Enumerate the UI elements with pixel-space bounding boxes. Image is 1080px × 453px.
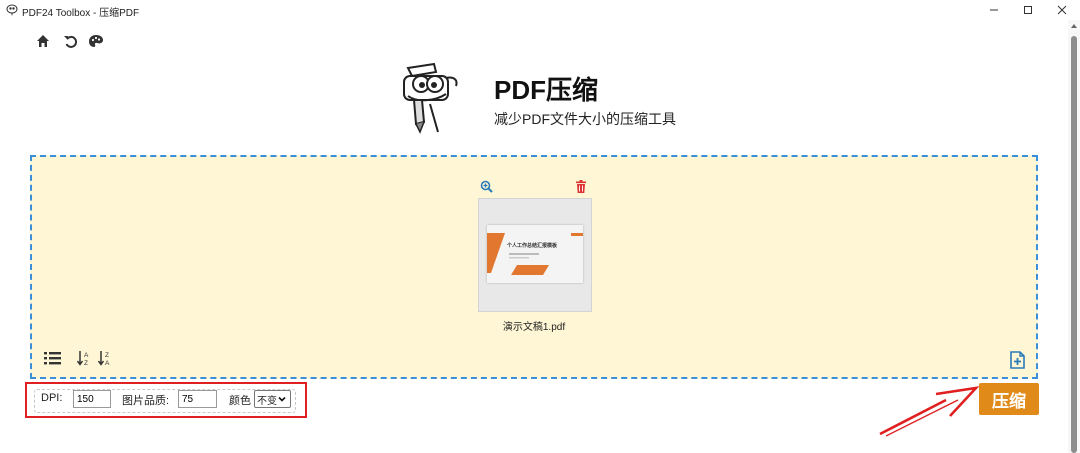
thumbnail-title: 个人工作总结汇报模板 (507, 243, 558, 249)
add-file-icon[interactable] (1009, 351, 1026, 369)
minimize-button[interactable] (976, 0, 1012, 20)
file-thumbnail: 个人工作总结汇报模板 (487, 225, 583, 283)
palette-icon (89, 35, 103, 47)
svg-text:A: A (105, 360, 110, 366)
window-title: PDF24 Toolbox - 压缩PDF (22, 8, 140, 19)
color-select-value: 不变 (257, 395, 277, 407)
close-icon (1057, 5, 1067, 15)
undo-button[interactable] (61, 32, 79, 50)
pdf24-app-icon (6, 4, 18, 16)
compress-button[interactable]: 压缩 (979, 383, 1039, 415)
svg-text:Z: Z (105, 352, 109, 359)
image-quality-label: 图片品质: (122, 395, 170, 407)
color-select[interactable]: 不变 (254, 390, 291, 408)
maximize-button[interactable] (1010, 0, 1046, 20)
home-icon (37, 35, 49, 47)
sort-z-a-icon: Z A (98, 351, 110, 366)
theme-button[interactable] (87, 32, 105, 50)
undo-icon (64, 35, 77, 48)
color-label: 颜色 (229, 395, 251, 407)
file-card[interactable]: 个人工作总结汇报模板 (478, 198, 592, 312)
image-quality-input[interactable] (178, 390, 217, 408)
scrollbar-thumb[interactable] (1071, 36, 1077, 453)
list-view-button[interactable] (44, 350, 61, 366)
page-subtitle: 减少PDF文件大小的压缩工具 (494, 111, 676, 127)
chevron-down-icon (278, 396, 286, 402)
maximize-icon (1024, 6, 1032, 14)
page-title: PDF压缩 (494, 75, 599, 105)
svg-text:Z: Z (84, 360, 88, 366)
dpi-label: DPI: (41, 392, 63, 404)
slide-preview-graphic (487, 225, 583, 283)
zoom-in-icon[interactable] (480, 180, 493, 193)
sort-a-z-icon: A Z (77, 351, 89, 366)
annotation-arrow-icon (879, 386, 980, 437)
minimize-icon (990, 9, 998, 11)
list-view-icon (44, 352, 61, 365)
close-button[interactable] (1044, 0, 1080, 20)
window-titlebar: PDF24 Toolbox - 压缩PDF (0, 0, 1080, 20)
pdf24-mascot-logo (403, 62, 458, 134)
scroll-up-icon[interactable] (1070, 22, 1078, 30)
trash-icon[interactable] (575, 180, 587, 193)
dpi-input[interactable] (73, 390, 111, 408)
sort-ascending-button[interactable]: A Z (77, 350, 91, 366)
home-button[interactable] (34, 32, 52, 50)
sort-descending-button[interactable]: Z A (98, 350, 112, 366)
file-name: 演示文稿1.pdf (502, 322, 566, 333)
svg-text:A: A (84, 352, 89, 359)
